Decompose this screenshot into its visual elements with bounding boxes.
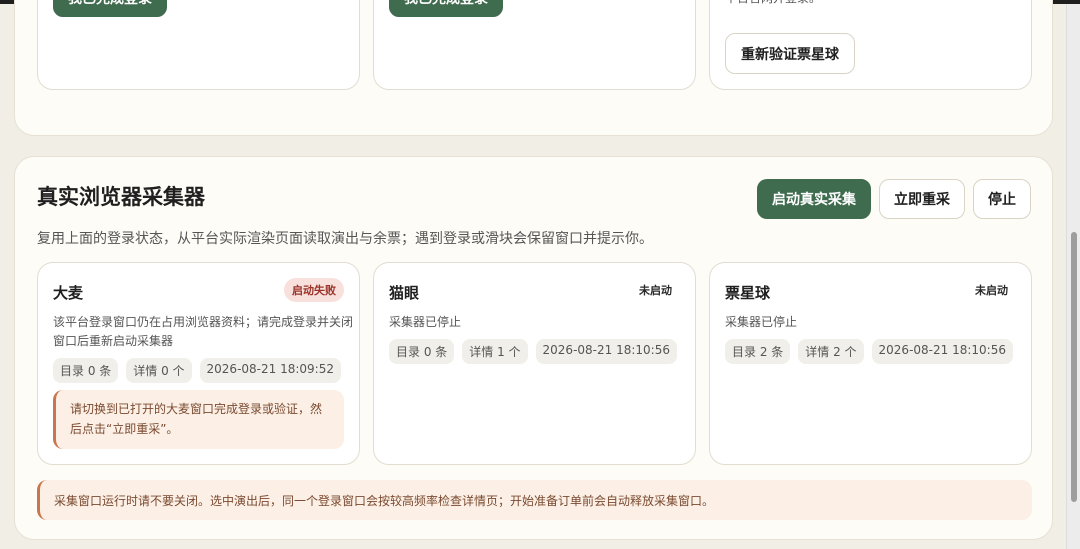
- platform-message: 采集器已停止: [389, 315, 462, 329]
- platform-card-maoyan: 猫眼 未启动 采集器已停止 目录 0 条 详情 1 个 2026-08-21 1…: [373, 262, 696, 465]
- platform-name: 大麦: [53, 284, 84, 302]
- platform-card-piaoxingqiu: 票星球 未启动 采集器已停止 目录 2 条 详情 2 个 2026-08-21 …: [709, 262, 1032, 465]
- stop-button[interactable]: 停止: [973, 179, 1031, 219]
- confirm-login-button[interactable]: 我已完成登录: [53, 0, 167, 17]
- platform-name: 猫眼: [389, 284, 420, 302]
- status-badge: 未启动: [639, 284, 672, 297]
- catalog-count: 目录 0 条: [53, 358, 119, 383]
- login-note: "https://www.piaoxingqiu.com/"，。请在该窗口打开平…: [725, 0, 1025, 8]
- platform-message: 采集器已停止: [725, 315, 798, 329]
- stat-chips: 目录 0 条 详情 1 个 2026-08-21 18:10:56: [389, 339, 677, 364]
- catalog-count: 目录 2 条: [725, 339, 791, 364]
- collector-footer-note: 采集窗口运行时请不要关闭。选中演出后，同一个登录窗口会按较高频率检查详情页；开始…: [37, 480, 1032, 520]
- confirm-login-button[interactable]: 我已完成登录: [389, 0, 503, 17]
- updated-time: 2026-08-21 18:10:56: [871, 339, 1013, 364]
- reverify-piaoxingqiu-button[interactable]: 重新验证票星球: [725, 33, 855, 74]
- collector-panel: 真实浏览器采集器 复用上面的登录状态，从平台实际渲染页面读取演出与余票；遇到登录…: [14, 156, 1053, 540]
- collector-description: 复用上面的登录状态，从平台实际渲染页面读取演出与余票；遇到登录或滑块会保留窗口并…: [37, 231, 653, 247]
- platform-card-damai: 大麦 启动失败 该平台登录窗口仍在占用浏览器资料；请完成登录并关闭窗口后重新启动…: [37, 262, 360, 465]
- login-card-piaoxingqiu: "https://www.piaoxingqiu.com/"，。请在该窗口打开平…: [709, 0, 1032, 90]
- login-card-damai: 我已完成登录: [37, 0, 360, 90]
- updated-time: 2026-08-21 18:10:56: [535, 339, 677, 364]
- updated-time: 2026-08-21 18:09:52: [199, 358, 341, 383]
- detail-count: 详情 1 个: [462, 339, 528, 364]
- stat-chips: 目录 0 条 详情 0 个 2026-08-21 18:09:52: [53, 358, 341, 383]
- catalog-count: 目录 0 条: [389, 339, 455, 364]
- page-scrollbar[interactable]: [1066, 4, 1080, 549]
- platform-message: 该平台登录窗口仍在占用浏览器资料；请完成登录并关闭窗口后重新启动采集器: [53, 315, 354, 348]
- detail-count: 详情 0 个: [126, 358, 192, 383]
- platform-name: 票星球: [725, 284, 771, 302]
- page: 我已完成登录 我已完成登录 "https://www.piaoxingqiu.c…: [0, 0, 1066, 549]
- status-badge: 启动失败: [284, 278, 344, 302]
- scrollbar-thumb[interactable]: [1071, 232, 1077, 502]
- detail-count: 详情 2 个: [798, 339, 864, 364]
- status-badge: 未启动: [975, 284, 1008, 297]
- collector-title: 真实浏览器采集器: [37, 185, 205, 209]
- start-collect-button[interactable]: 启动真实采集: [757, 179, 871, 219]
- login-panel: 我已完成登录 我已完成登录 "https://www.piaoxingqiu.c…: [14, 0, 1053, 136]
- platform-warning: 请切换到已打开的大麦窗口完成登录或验证，然后点击“立即重采”。: [53, 390, 344, 449]
- stat-chips: 目录 2 条 详情 2 个 2026-08-21 18:10:56: [725, 339, 1013, 364]
- login-card-maoyan: 我已完成登录: [373, 0, 696, 90]
- recollect-button[interactable]: 立即重采: [879, 179, 965, 219]
